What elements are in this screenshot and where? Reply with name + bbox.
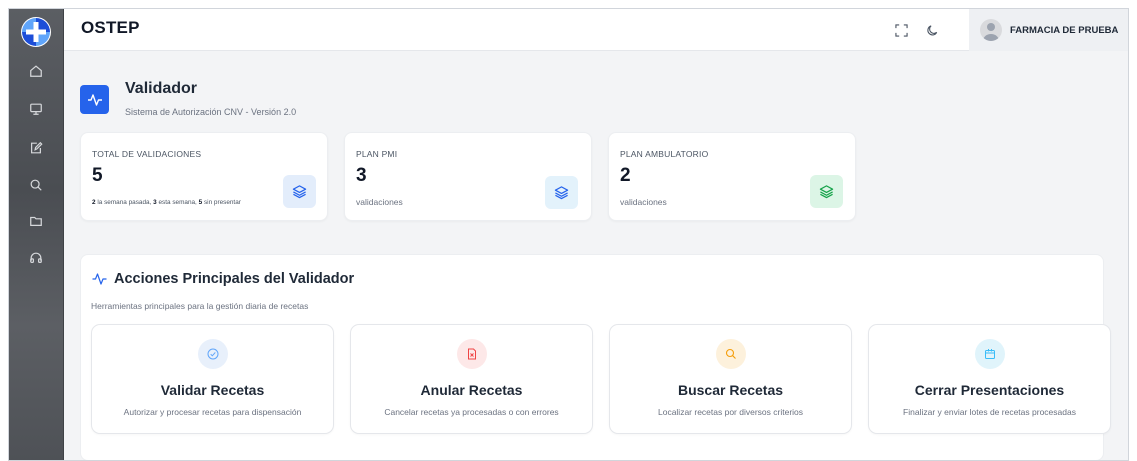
stat-card-ambulatorio: PLAN AMBULATORIO 2 validaciones: [608, 132, 856, 221]
user-menu[interactable]: FARMACIA DE PRUEBA: [969, 9, 1128, 51]
sidebar: [9, 9, 64, 460]
activity-badge: [80, 85, 109, 114]
stat-label: PLAN PMI: [356, 149, 398, 159]
stat-value: 2: [620, 165, 631, 186]
actions-title: Acciones Principales del Validador: [114, 271, 355, 287]
sidebar-item-home[interactable]: [26, 61, 46, 81]
stat-icon-box: [283, 175, 316, 208]
stat-card-pmi: PLAN PMI 3 validaciones: [344, 132, 592, 221]
action-title: Validar Recetas: [160, 382, 265, 398]
avatar: [980, 19, 1002, 41]
fullscreen-icon: [894, 23, 908, 37]
package-icon: [984, 349, 995, 359]
sidebar-item-folder[interactable]: [26, 211, 46, 231]
stat-label: PLAN AMBULATORIO: [620, 149, 709, 159]
sidebar-item-monitor[interactable]: [26, 99, 46, 119]
layers-icon: [292, 185, 307, 199]
stat-icon-box: [810, 175, 843, 208]
main-content: Validador Sistema de Autorización CNV - …: [64, 52, 1128, 460]
action-description: Finalizar y enviar lotes de recetas proc…: [903, 407, 1076, 417]
action-title: Cerrar Presentaciones: [914, 382, 1065, 398]
action-description: Autorizar y procesar recetas para dispen…: [123, 407, 302, 417]
top-header: OSTEP FARMACIA DE PRUEBA: [64, 9, 1128, 51]
action-title: Anular Recetas: [420, 382, 523, 398]
action-description: Cancelar recetas ya procesadas o con err…: [384, 407, 559, 417]
action-card-buscar[interactable]: Buscar Recetas Localizar recetas por div…: [609, 324, 852, 434]
monitor-icon: [30, 103, 42, 115]
page-title: Validador: [125, 80, 198, 97]
activity-icon: [87, 93, 102, 106]
actions-heading: Acciones Principales del Validador: [91, 271, 354, 287]
action-description: Localizar recetas por diversos criterios: [657, 407, 804, 417]
action-icon-circle: [974, 339, 1005, 369]
stat-card-total: TOTAL DE VALIDACIONES 5 2 la semana pasa…: [80, 132, 328, 221]
check-circle-icon: [207, 348, 218, 360]
moon-icon: [926, 24, 937, 35]
app-window: OSTEP FARMACIA DE PRUEBA Validador Siste…: [8, 8, 1129, 461]
cancel-document-icon: [467, 348, 476, 360]
action-card-cerrar[interactable]: Cerrar Presentaciones Finalizar y enviar…: [868, 324, 1111, 434]
stat-icon-box: [545, 176, 578, 209]
action-card-validar[interactable]: Validar Recetas Autorizar y procesar rec…: [91, 324, 334, 434]
user-name: FARMACIA DE PRUEBA: [1010, 24, 1119, 36]
stat-value: 3: [356, 165, 367, 186]
stat-note: validaciones: [356, 197, 403, 207]
brand-name: OSTEP: [81, 18, 140, 37]
stat-label: TOTAL DE VALIDACIONES: [92, 149, 202, 159]
main-actions-panel: Acciones Principales del Validador Herra…: [80, 254, 1111, 460]
activity-icon: [92, 273, 107, 285]
sidebar-item-edit[interactable]: [26, 138, 46, 158]
stat-value: 5: [92, 165, 103, 186]
action-title: Buscar Recetas: [677, 382, 784, 398]
search-icon: [725, 348, 736, 359]
sidebar-item-support[interactable]: [26, 248, 46, 268]
sidebar-item-search[interactable]: [26, 175, 46, 195]
action-icon-circle: [456, 339, 487, 369]
action-icon-circle: [715, 339, 746, 369]
dark-mode-toggle[interactable]: [923, 21, 941, 39]
search-icon: [30, 179, 42, 191]
actions-subtitle: Herramientas principales para la gestión…: [91, 301, 309, 311]
folder-icon: [30, 216, 42, 226]
action-icon-circle: [197, 339, 228, 369]
home-icon: [30, 65, 42, 77]
fullscreen-button[interactable]: [892, 21, 910, 39]
layers-icon: [554, 186, 569, 200]
headset-icon: [30, 252, 42, 263]
layers-icon: [819, 185, 834, 199]
action-card-anular[interactable]: Anular Recetas Cancelar recetas ya proce…: [350, 324, 593, 434]
edit-document-icon: [31, 141, 43, 154]
stat-breakdown: 2 la semana pasada, 3 esta semana, 5 sin…: [92, 199, 241, 206]
app-logo[interactable]: [21, 17, 51, 47]
stat-note: validaciones: [620, 197, 667, 207]
page-subtitle: Sistema de Autorización CNV - Versión 2.…: [125, 107, 297, 117]
